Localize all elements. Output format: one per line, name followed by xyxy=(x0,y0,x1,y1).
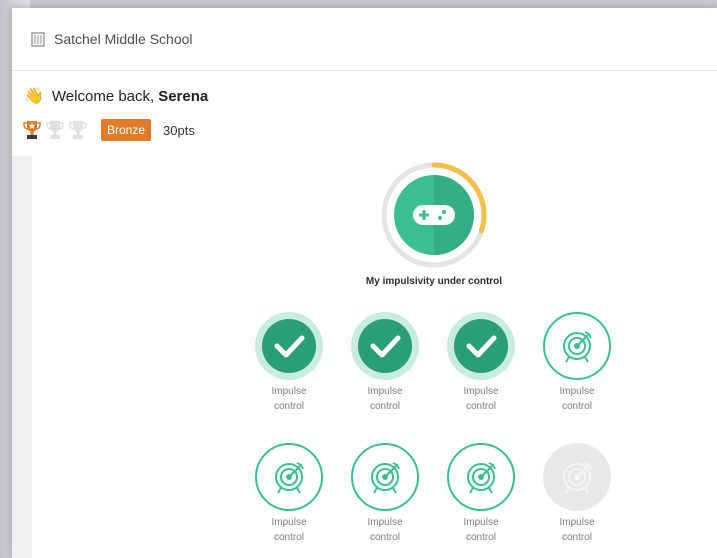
goal-title: My impulsivity under control xyxy=(365,276,503,287)
task-label: Impulse control xyxy=(559,517,595,543)
gamepad-icon xyxy=(413,205,455,225)
task-label: Impulse control xyxy=(367,517,403,543)
task-item[interactable]: Impulse control xyxy=(243,312,335,414)
task-label: Impulse control xyxy=(559,386,595,412)
trophy-icon-earned xyxy=(23,121,41,139)
task-label: Impulse control xyxy=(271,386,307,412)
trophy-icon-locked xyxy=(46,121,64,139)
top-bar: Satchel Middle School xyxy=(12,8,717,71)
school-building-icon xyxy=(31,32,45,47)
task-item[interactable]: Impulse control xyxy=(339,312,431,414)
trophy-icon-locked xyxy=(69,121,87,139)
check-icon xyxy=(255,312,323,380)
rewards-bar: Bronze 30pts xyxy=(22,119,195,141)
task-item[interactable]: Impulse control xyxy=(531,312,623,414)
side-strip xyxy=(12,156,32,558)
target-icon xyxy=(255,443,323,511)
target-icon xyxy=(447,443,515,511)
task-item[interactable]: Impulse control xyxy=(339,443,431,545)
task-item[interactable]: Impulse control xyxy=(243,443,335,545)
task-item[interactable]: Impulse control xyxy=(435,443,527,545)
check-icon xyxy=(447,312,515,380)
level-badge: Bronze xyxy=(101,119,152,141)
school-name[interactable]: Satchel Middle School xyxy=(54,31,193,47)
task-label: Impulse control xyxy=(271,517,307,543)
target-icon xyxy=(543,443,611,511)
goal-progress-ring[interactable] xyxy=(379,160,489,270)
task-label: Impulse control xyxy=(463,517,499,543)
welcome-prefix: Welcome back, xyxy=(51,87,155,105)
task-item-locked: Impulse control xyxy=(531,443,623,545)
student-name: Serena xyxy=(158,87,209,105)
check-icon xyxy=(351,312,419,380)
target-icon xyxy=(543,312,611,380)
welcome-message: 👋 Welcome back, Serena xyxy=(24,86,208,106)
task-item[interactable]: Impulse control xyxy=(435,312,527,414)
task-label: Impulse control xyxy=(367,386,403,412)
task-label: Impulse control xyxy=(463,386,499,412)
app-window: Satchel Middle School 👋 Welcome back, Se… xyxy=(12,8,717,558)
points-count: 30pts xyxy=(163,122,195,138)
target-icon xyxy=(351,443,419,511)
waving-hand-icon: 👋 xyxy=(24,88,44,105)
